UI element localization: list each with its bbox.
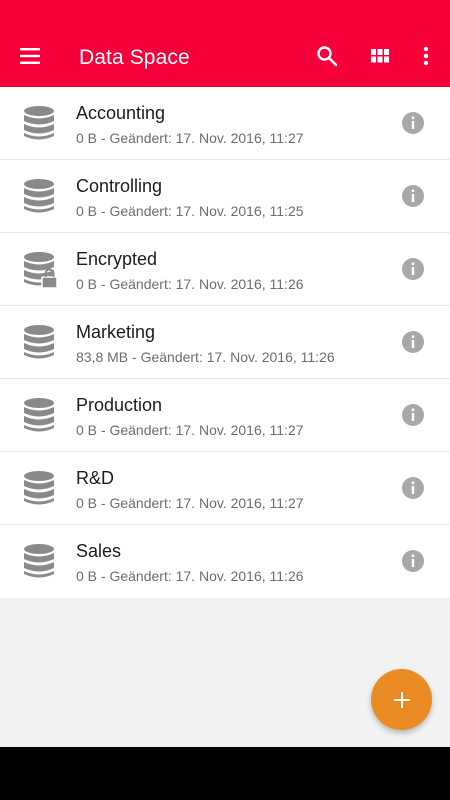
space-name: Encrypted (76, 249, 158, 269)
space-name: Production (76, 395, 163, 415)
list-item-0[interactable]: Accounting 0 B - Geändert: 17. Nov. 2016… (0, 87, 450, 160)
list-item-4[interactable]: Production 0 B - Geändert: 17. Nov. 2016… (0, 379, 450, 452)
space-meta: 0 B - Geändert: 17. Nov. 2016, 11:26 (76, 276, 304, 292)
space-name: Accounting (76, 103, 166, 123)
info-icon[interactable] (401, 330, 425, 354)
add-space-button[interactable] (371, 669, 432, 730)
info-icon[interactable] (401, 111, 425, 135)
info-icon[interactable] (401, 184, 425, 208)
database-icon (24, 179, 54, 213)
database-icon (24, 471, 54, 505)
more-vert-icon (423, 46, 429, 66)
space-name: Marketing (76, 322, 156, 342)
info-icon[interactable] (401, 476, 425, 500)
space-meta: 0 B - Geändert: 17. Nov. 2016, 11:26 (76, 568, 304, 584)
database-icon (24, 544, 54, 578)
space-meta: 0 B - Geändert: 17. Nov. 2016, 11:27 (76, 130, 304, 146)
info-icon[interactable] (401, 257, 425, 281)
database-icon (24, 325, 54, 359)
data-space-list: Accounting 0 B - Geändert: 17. Nov. 2016… (0, 87, 450, 598)
grid-view-icon (371, 49, 389, 63)
plus-icon (393, 691, 410, 708)
system-navigation-bar (0, 747, 450, 800)
app-bar: Data Space (0, 0, 450, 87)
more-options-button[interactable] (410, 40, 442, 72)
list-item-6[interactable]: Sales 0 B - Geändert: 17. Nov. 2016, 11:… (0, 525, 450, 598)
database-icon (24, 398, 54, 432)
space-meta: 83,8 MB - Geändert: 17. Nov. 2016, 11:26 (76, 349, 335, 365)
space-meta: 0 B - Geändert: 17. Nov. 2016, 11:27 (76, 495, 304, 511)
grid-view-button[interactable] (364, 40, 396, 72)
space-name: Controlling (76, 176, 163, 196)
menu-icon (20, 48, 40, 64)
space-meta: 0 B - Geändert: 17. Nov. 2016, 11:25 (76, 203, 304, 219)
list-item-1[interactable]: Controlling 0 B - Geändert: 17. Nov. 201… (0, 160, 450, 233)
space-name: R&D (76, 468, 115, 488)
database-icon (24, 252, 58, 289)
database-icon (24, 106, 54, 140)
menu-button[interactable] (14, 40, 46, 72)
space-name: Sales (76, 541, 122, 561)
page-title: Data Space (79, 46, 190, 69)
search-button[interactable] (311, 40, 343, 72)
space-meta: 0 B - Geändert: 17. Nov. 2016, 11:27 (76, 422, 304, 438)
list-item-5[interactable]: R&D 0 B - Geändert: 17. Nov. 2016, 11:27 (0, 452, 450, 525)
info-icon[interactable] (401, 403, 425, 427)
list-item-3[interactable]: Marketing 83,8 MB - Geändert: 17. Nov. 2… (0, 306, 450, 379)
list-item-2[interactable]: Encrypted 0 B - Geändert: 17. Nov. 2016,… (0, 233, 450, 306)
search-icon (317, 46, 338, 67)
info-icon[interactable] (401, 549, 425, 573)
